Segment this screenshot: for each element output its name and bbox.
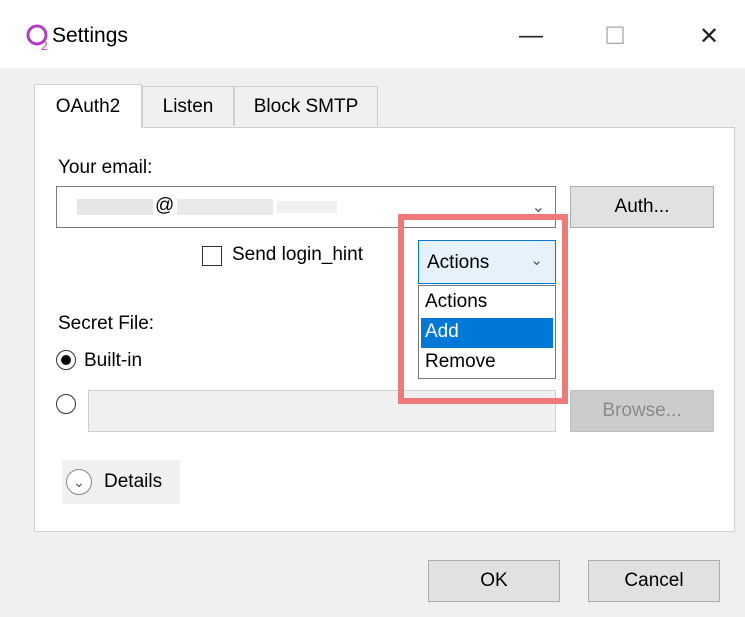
o2-app-icon: 2 — [26, 24, 48, 52]
redacted-domain — [177, 199, 273, 215]
send-login-hint-label[interactable]: Send login_hint — [232, 244, 363, 266]
radio-selected-dot — [61, 355, 71, 365]
redacted-domain-suffix — [277, 201, 337, 213]
tab-block-smtp[interactable]: Block SMTP — [234, 86, 378, 126]
settings-window: 2 Settings — ☐ ✕ OAuth2 Listen Block SMT… — [0, 0, 745, 617]
builtin-radio-label[interactable]: Built-in — [84, 350, 142, 372]
ok-button[interactable]: OK — [428, 560, 560, 602]
window-title: Settings — [52, 24, 128, 47]
tab-listen[interactable]: Listen — [142, 86, 234, 126]
custom-file-radio[interactable] — [56, 394, 76, 414]
annotation-highlight-box — [398, 214, 568, 404]
email-label: Your email: — [58, 157, 153, 178]
cancel-button[interactable]: Cancel — [588, 560, 720, 602]
secret-file-label: Secret File: — [58, 313, 155, 334]
redacted-username — [77, 199, 153, 215]
maximize-button[interactable]: ☐ — [590, 14, 640, 58]
auth-button[interactable]: Auth... — [570, 186, 714, 228]
svg-text:2: 2 — [41, 39, 48, 52]
tab-oauth2[interactable]: OAuth2 — [34, 84, 142, 128]
expand-chevron-icon: ⌄ — [66, 469, 92, 495]
email-at-sign: @ — [155, 195, 175, 216]
details-label: Details — [104, 471, 163, 492]
send-login-hint-checkbox[interactable] — [202, 246, 222, 266]
details-toggle[interactable]: ⌄ Details — [62, 460, 180, 504]
browse-button: Browse... — [570, 390, 714, 432]
close-button[interactable]: ✕ — [684, 14, 734, 58]
builtin-radio[interactable] — [56, 350, 76, 370]
title-bar[interactable]: 2 Settings — ☐ ✕ — [0, 0, 745, 68]
minimize-button[interactable]: — — [506, 14, 556, 58]
